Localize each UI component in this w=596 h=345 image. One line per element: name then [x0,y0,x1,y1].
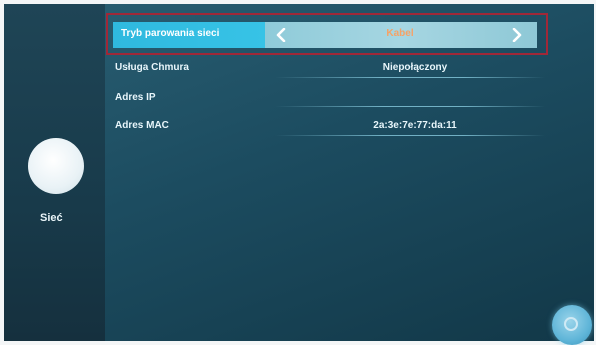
mac-address-value: 2a:3e:7e:77:da:11 [373,120,457,131]
circle-button-icon[interactable] [552,305,592,345]
cloud-service-value: Niepołączony [382,62,448,73]
mac-address-divider [275,135,545,136]
ip-address-label: Adres IP [115,92,156,103]
network-menu-label: Sieć [40,212,63,224]
settings-panel: Tryb parowania sieci Kabel Usługa Chmura… [105,4,594,341]
fab-inner-ring [564,317,578,331]
cloud-service-label: Usługa Chmura [115,62,189,73]
sidebar: Sieć [4,4,105,341]
highlight-box [106,13,548,55]
cloud-service-divider [275,77,545,78]
ip-address-divider [275,106,545,107]
network-menu-button[interactable] [28,138,84,194]
mac-address-label: Adres MAC [115,120,169,131]
device-screen: Sieć Tryb parowania sieci Kabel Usługa C… [4,4,594,341]
